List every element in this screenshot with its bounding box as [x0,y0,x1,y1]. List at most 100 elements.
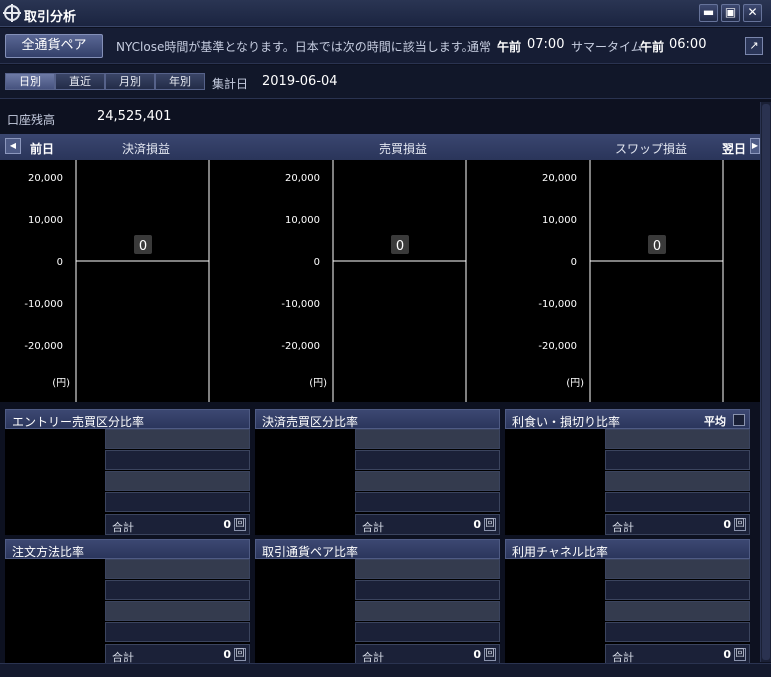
y-tick-label: 0 [57,257,63,268]
close-button[interactable]: ✕ [743,4,762,22]
panel-title: 利用チャネル比率 [512,545,608,559]
y-tick-label: -20,000 [281,341,320,352]
legend-row [605,450,750,470]
legend-row [355,492,500,512]
total-count: 0 [723,518,731,531]
count-unit: 回 [234,518,246,531]
vertical-scrollbar[interactable] [760,102,771,662]
legend-row [355,559,500,579]
count-unit: 回 [484,648,496,661]
count-unit: 回 [734,648,746,661]
panel-entry-side-ratio: エントリー売買区分比率 合計 0 回 [5,409,250,535]
panel-title: エントリー売買区分比率 [12,415,145,429]
count-unit: 回 [734,518,746,531]
y-unit-label: (円) [309,378,327,389]
total-count: 0 [223,518,231,531]
total-label: 合計 [112,521,134,534]
legend-row [605,559,750,579]
legend-row [605,492,750,512]
legend-row [605,622,750,642]
panel-header: エントリー売買区分比率 [5,409,250,429]
next-day-button[interactable]: 翌日 [722,140,746,157]
restore-button[interactable]: ▣ [721,4,740,22]
data-value-label: 0 [396,239,404,254]
legend-row [105,601,250,621]
count-unit: 回 [234,648,246,661]
legend-row [105,492,250,512]
tab-yearly[interactable]: 年別 [155,73,205,90]
normal-time-value: 07:00 [527,37,565,52]
horizontal-scrollbar[interactable] [0,663,771,677]
tab-monthly[interactable]: 月別 [105,73,155,90]
y-tick-label: -10,000 [24,299,63,310]
summer-time-label: サマータイム [571,40,643,54]
prev-day-arrow-icon[interactable]: ◀ [5,138,21,154]
legend-row [355,471,500,491]
tab-recent[interactable]: 直近 [55,73,105,90]
y-tick-label: 0 [571,257,577,268]
average-checkbox[interactable] [733,414,745,426]
panel-header: 注文方法比率 [5,539,250,559]
pnl-charts-svg: 20,000 10,000 0 -10,000 -20,000 0 (円) 20,000 10,… [24,160,724,402]
normal-ampm: 午前 [497,40,522,54]
prev-day-button[interactable]: 前日 [30,140,54,157]
panel-header: 利用チャネル比率 [505,539,750,559]
total-row: 合計 0 回 [355,514,500,535]
aggregation-date-label: 集計日 [212,77,249,91]
legend-row [355,450,500,470]
y-tick-label: 0 [314,257,320,268]
y-tick-label: 10,000 [28,215,63,226]
panel-channel-ratio: 利用チャネル比率 合計 0 回 [505,539,750,665]
panel-currency-pair-ratio: 取引通貨ペア比率 合計 0 回 [255,539,500,665]
legend-row [105,429,250,449]
tab-daily[interactable]: 日別 [5,73,55,90]
y-tick-label: 20,000 [28,173,63,184]
external-window-icon[interactable]: ↗ [745,37,763,55]
panel-header: 取引通貨ペア比率 [255,539,500,559]
aggregation-date-value: 2019-06-04 [262,74,338,89]
title-bar: 取引分析 ▬ ▣ ✕ [0,0,771,27]
balance-value: 24,525,401 [97,109,172,124]
total-count: 0 [473,518,481,531]
count-unit: 回 [484,518,496,531]
summer-time-value: 06:00 [669,37,707,52]
y-tick-label: 20,000 [542,173,577,184]
legend-row [605,601,750,621]
nyclose-notice: NYClose時間が基準となります。日本では次の時間に該当します。 [116,40,474,54]
panel-order-method-ratio: 注文方法比率 合計 0 回 [5,539,250,665]
legend-row [355,601,500,621]
panel-exit-side-ratio: 決済売買区分比率 合計 0 回 [255,409,500,535]
y-tick-label: -10,000 [281,299,320,310]
total-row: 合計 0 回 [105,644,250,665]
total-count: 0 [223,648,231,661]
normal-time-label: 通常 [467,40,492,54]
panel-title: 注文方法比率 [12,545,85,559]
chart-title-settlement: 決済損益 [122,142,171,156]
y-tick-label: 10,000 [285,215,320,226]
next-day-arrow-icon[interactable]: ▶ [750,138,760,154]
all-pairs-button[interactable]: 全通貨ペア [5,34,103,58]
chart-title-trading: 売買損益 [379,142,428,156]
total-count: 0 [473,648,481,661]
y-tick-label: -20,000 [24,341,63,352]
minimize-button[interactable]: ▬ [699,4,718,22]
pie-chart-area [255,559,355,665]
summer-ampm: 午前 [640,40,665,54]
scrollbar-thumb[interactable] [762,104,770,660]
pie-chart-area [255,429,355,535]
total-row: 合計 0 回 [105,514,250,535]
panel-profit-loss-cut-ratio: 利食い・損切り比率 平均 合計 0 回 [505,409,750,535]
total-label: 合計 [362,521,384,534]
balance-label: 口座残高 [7,113,56,127]
legend-row [605,580,750,600]
legend-row [105,622,250,642]
y-unit-label: (円) [566,378,584,389]
total-row: 合計 0 回 [605,514,750,535]
total-row: 合計 0 回 [355,644,500,665]
chart-title-swap: スワップ損益 [615,142,688,156]
total-count: 0 [723,648,731,661]
y-tick-label: 20,000 [285,173,320,184]
y-tick-label: -10,000 [538,299,577,310]
legend-row [355,580,500,600]
total-row: 合計 0 回 [605,644,750,665]
